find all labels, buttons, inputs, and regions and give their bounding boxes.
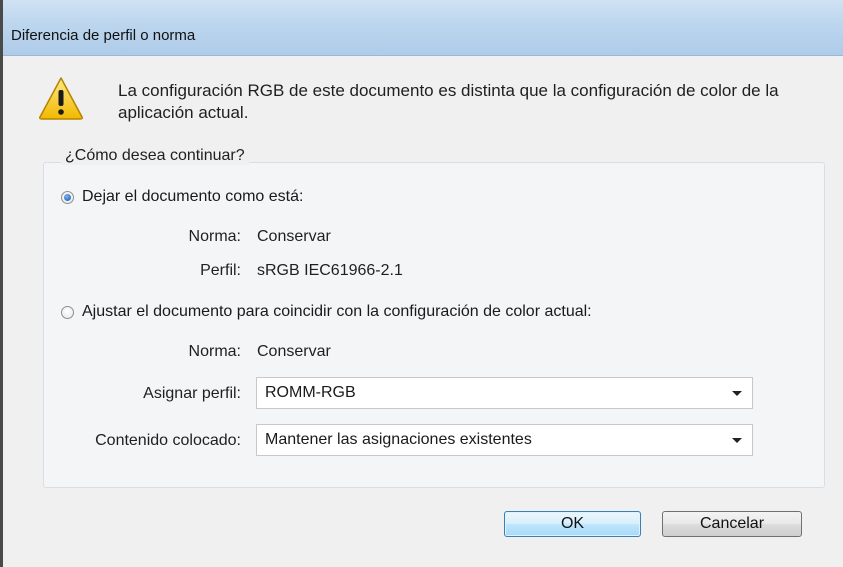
ok-button[interactable]: OK [504,511,641,537]
keep-policy-label: Norma: [188,228,241,245]
keep-profile-label: Perfil: [200,262,241,279]
radio-adjust-document[interactable]: Ajustar el documento para coincidir con … [61,303,592,321]
radio-adjust-label: Ajustar el documento para coincidir con … [82,303,592,320]
chevron-down-icon [732,437,742,443]
chevron-down-icon [732,390,742,396]
cancel-button[interactable]: Cancelar [662,511,802,537]
placed-content-dropdown[interactable]: Mantener las asignaciones existentes [256,424,753,456]
dialog-message: La configuración RGB de este documento e… [118,81,779,122]
assign-profile-value: ROMM-RGB [265,384,356,401]
assign-profile-label: Asignar perfil: [143,385,241,402]
keep-policy-value: Conservar [257,228,331,245]
placed-content-value: Mantener las asignaciones existentes [265,431,532,448]
dialog-window: Diferencia de perfil o norma La configur… [0,0,843,567]
radio-button-checked[interactable] [61,190,74,204]
radio-keep-document[interactable]: Dejar el documento como está: [61,188,303,206]
radio-button-unchecked[interactable] [61,305,74,319]
dialog-title: Diferencia de perfil o norma [11,27,196,44]
assign-profile-dropdown[interactable]: ROMM-RGB [256,377,753,409]
radio-keep-label: Dejar el documento como está: [82,188,304,205]
title-bar[interactable]: Diferencia de perfil o norma [3,0,843,56]
adjust-policy-value: Conservar [257,343,331,360]
placed-content-label: Contenido colocado: [95,432,241,449]
keep-profile-value: sRGB IEC61966-2.1 [257,262,403,279]
group-legend: ¿Cómo desea continuar? [61,147,249,165]
adjust-policy-label: Norma: [188,343,241,360]
warning-icon [39,77,83,120]
